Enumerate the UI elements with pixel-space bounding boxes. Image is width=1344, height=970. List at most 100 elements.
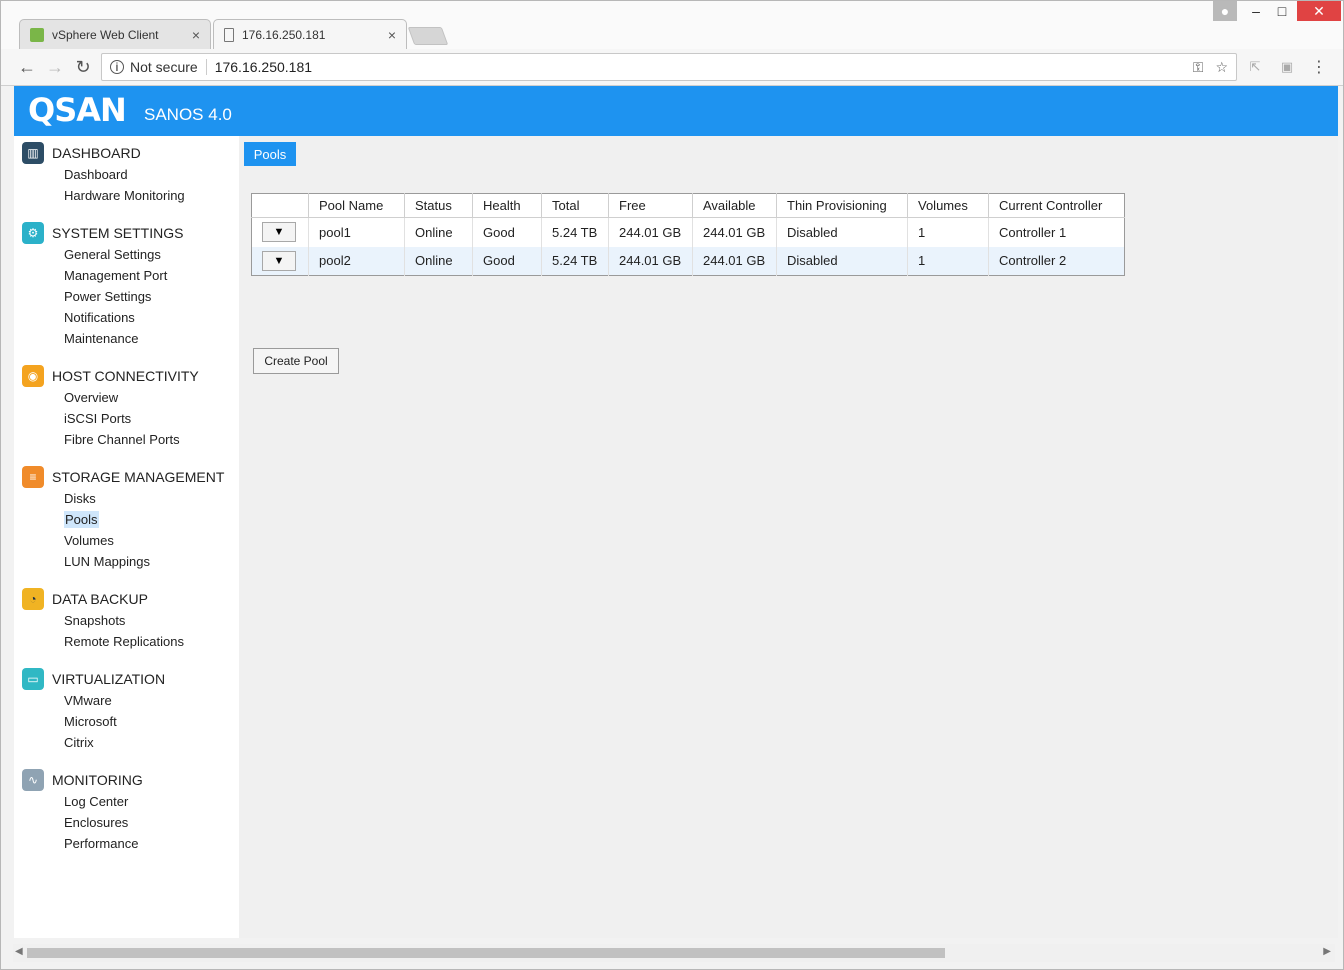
sidebar: ▥ DASHBOARD Dashboard Hardware Monitorin… — [14, 136, 239, 938]
sidebar-item-snapshots[interactable]: Snapshots — [64, 610, 239, 631]
section-system-settings: ⚙ SYSTEM SETTINGS General Settings Manag… — [14, 222, 239, 349]
column-header-current-controller[interactable]: Current Controller — [988, 193, 1125, 218]
section-header[interactable]: ◔ DATA BACKUP — [14, 588, 239, 610]
sidebar-item-performance[interactable]: Performance — [64, 833, 239, 854]
controller-cell: Controller 2 — [988, 246, 1125, 276]
menu-dots-icon[interactable]: ⋮ — [1307, 55, 1331, 79]
column-header-volumes[interactable]: Volumes — [907, 193, 989, 218]
row-menu-cell: ▼ — [251, 217, 309, 247]
cursor-extension-icon[interactable]: ⇱ — [1243, 55, 1267, 79]
tab-vsphere[interactable]: vSphere Web Client × — [19, 19, 211, 49]
section-header[interactable]: ⚙ SYSTEM SETTINGS — [14, 222, 239, 244]
sidebar-item-overview[interactable]: Overview — [64, 387, 239, 408]
sidebar-item-citrix[interactable]: Citrix — [64, 732, 239, 753]
available-cell: 244.01 GB — [692, 246, 777, 276]
sidebar-item-log-center[interactable]: Log Center — [64, 791, 239, 812]
sidebar-item-general-settings[interactable]: General Settings — [64, 244, 239, 265]
close-window-button[interactable]: ✕ — [1297, 1, 1341, 21]
back-icon[interactable]: ← — [15, 55, 39, 79]
page-favicon-icon — [224, 27, 234, 42]
address-bar[interactable]: i Not secure 176.16.250.181 ⚿ ☆ — [101, 53, 1237, 81]
volumes-cell: 1 — [907, 246, 989, 276]
url-text[interactable]: 176.16.250.181 — [215, 59, 312, 75]
column-header-free[interactable]: Free — [608, 193, 693, 218]
profile-icon[interactable]: ● — [1213, 1, 1237, 21]
app-header: QSAN SANOS 4.0 — [14, 86, 1338, 136]
table-row[interactable]: ▼ pool2 Online Good 5.24 TB 244.01 GB 24… — [251, 246, 1125, 276]
column-header-available[interactable]: Available — [692, 193, 777, 218]
create-pool-button[interactable]: Create Pool — [253, 348, 339, 374]
sidebar-item-dashboard[interactable]: Dashboard — [64, 164, 239, 185]
pool-name-cell: pool2 — [308, 246, 405, 276]
section-header[interactable]: ≡ STORAGE MANAGEMENT — [14, 466, 239, 488]
column-header-menu — [251, 193, 309, 218]
sidebar-item-microsoft[interactable]: Microsoft — [64, 711, 239, 732]
thin-provisioning-cell: Disabled — [776, 246, 908, 276]
security-label: Not secure — [130, 59, 198, 75]
tab-pools[interactable]: Pools — [244, 142, 296, 166]
reload-icon[interactable]: ↻ — [71, 55, 95, 79]
sanos-app: QSAN SANOS 4.0 ▥ DASHBOARD Dashboard Har… — [14, 86, 1338, 938]
new-tab-button[interactable] — [407, 27, 449, 45]
info-icon[interactable]: i — [110, 60, 124, 74]
section-header[interactable]: ▭ VIRTUALIZATION — [14, 668, 239, 690]
maximize-button[interactable]: □ — [1269, 1, 1295, 21]
sidebar-item-disks[interactable]: Disks — [64, 488, 239, 509]
sidebar-item-hardware-monitoring[interactable]: Hardware Monitoring — [64, 185, 239, 206]
tab-title: 176.16.250.181 — [242, 27, 326, 42]
table-header-row: Pool Name Status Health Total Free Avail… — [251, 193, 1125, 218]
section-data-backup: ◔ DATA BACKUP Snapshots Remote Replicati… — [14, 588, 239, 652]
free-cell: 244.01 GB — [608, 217, 693, 247]
sidebar-item-pools[interactable]: Pools — [64, 509, 239, 530]
section-header[interactable]: ▥ DASHBOARD — [14, 142, 239, 164]
close-tab-icon[interactable]: × — [192, 27, 200, 43]
scroll-right-icon[interactable]: ▶ — [1323, 946, 1331, 957]
sidebar-item-fibre-channel-ports[interactable]: Fibre Channel Ports — [64, 429, 239, 450]
table-row[interactable]: ▼ pool1 Online Good 5.24 TB 244.01 GB 24… — [251, 217, 1125, 247]
section-title: SYSTEM SETTINGS — [52, 225, 184, 241]
horizontal-scrollbar[interactable]: ◀ ▶ — [13, 944, 1335, 962]
section-header[interactable]: ∿ MONITORING — [14, 769, 239, 791]
row-menu-dropdown-button[interactable]: ▼ — [262, 222, 296, 243]
sidebar-item-vmware[interactable]: VMware — [64, 690, 239, 711]
controller-cell: Controller 1 — [999, 224, 1067, 240]
sidebar-item-power-settings[interactable]: Power Settings — [64, 286, 239, 307]
section-title: HOST CONNECTIVITY — [52, 368, 199, 384]
sidebar-item-notifications[interactable]: Notifications — [64, 307, 239, 328]
data-backup-icon: ◔ — [22, 588, 44, 610]
section-virtualization: ▭ VIRTUALIZATION VMware Microsoft Citrix — [14, 668, 239, 753]
tab-title: vSphere Web Client — [52, 27, 159, 42]
pool-name-cell: pool1 — [308, 217, 405, 247]
main-content: Pools Pool Name Status Health Total Free… — [239, 136, 1338, 938]
sidebar-item-volumes[interactable]: Volumes — [64, 530, 239, 551]
pdf-extension-icon[interactable]: ▣ — [1275, 55, 1299, 79]
scroll-left-icon[interactable]: ◀ — [15, 946, 23, 957]
virtualization-icon: ▭ — [22, 668, 44, 690]
column-header-health[interactable]: Health — [472, 193, 542, 218]
column-header-total[interactable]: Total — [541, 193, 609, 218]
section-dashboard: ▥ DASHBOARD Dashboard Hardware Monitorin… — [14, 142, 239, 206]
tab-sanos[interactable]: 176.16.250.181 × — [213, 19, 407, 49]
row-menu-dropdown-button[interactable]: ▼ — [262, 250, 296, 271]
scrollbar-thumb[interactable] — [27, 948, 945, 958]
sidebar-item-maintenance[interactable]: Maintenance — [64, 328, 239, 349]
section-host-connectivity: ◉ HOST CONNECTIVITY Overview iSCSI Ports… — [14, 365, 239, 450]
section-header[interactable]: ◉ HOST CONNECTIVITY — [14, 365, 239, 387]
sidebar-item-enclosures[interactable]: Enclosures — [64, 812, 239, 833]
close-tab-icon[interactable]: × — [388, 27, 396, 43]
minimize-button[interactable]: – — [1243, 1, 1269, 21]
sidebar-item-iscsi-ports[interactable]: iSCSI Ports — [64, 408, 239, 429]
column-header-pool-name[interactable]: Pool Name — [308, 193, 405, 218]
key-icon[interactable]: ⚿ — [1193, 59, 1204, 76]
sidebar-item-lun-mappings[interactable]: LUN Mappings — [64, 551, 239, 572]
column-header-thin-provisioning[interactable]: Thin Provisioning — [776, 193, 908, 218]
thin-provisioning-cell: Disabled — [776, 217, 908, 247]
sidebar-item-management-port[interactable]: Management Port — [64, 265, 239, 286]
sidebar-item-remote-replications[interactable]: Remote Replications — [64, 631, 239, 652]
section-title: STORAGE MANAGEMENT — [52, 469, 225, 485]
bookmark-star-icon[interactable]: ☆ — [1215, 59, 1228, 76]
forward-icon[interactable]: → — [43, 55, 67, 79]
column-header-status[interactable]: Status — [404, 193, 473, 218]
section-storage-management: ≡ STORAGE MANAGEMENT Disks Pools Volumes… — [14, 466, 239, 572]
storage-management-icon: ≡ — [22, 466, 44, 488]
